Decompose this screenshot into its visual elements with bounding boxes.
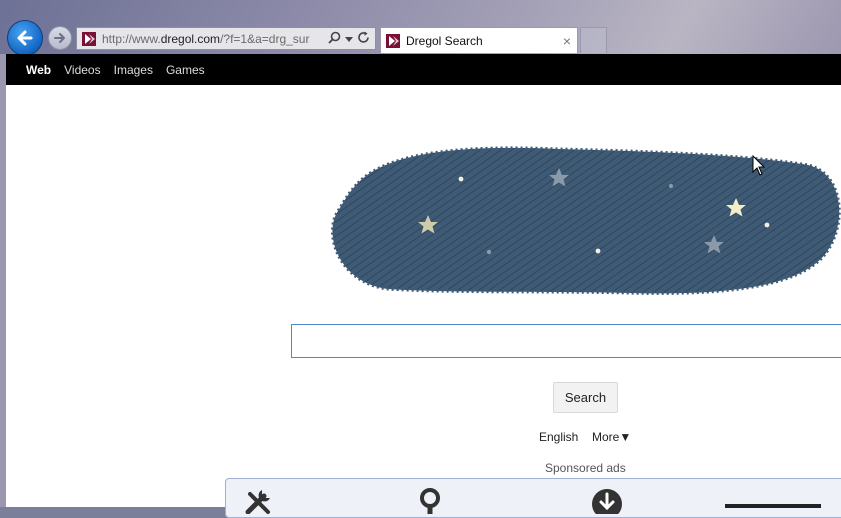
sponsored-ads-label: Sponsored ads: [545, 461, 626, 475]
download-icon[interactable]: [591, 488, 623, 514]
back-arrow-icon: [17, 30, 33, 46]
dropdown-arrow-icon[interactable]: [345, 32, 353, 46]
nav-web[interactable]: Web: [26, 63, 51, 77]
back-button[interactable]: [7, 20, 43, 56]
language-link[interactable]: English: [539, 430, 578, 444]
new-tab-button[interactable]: [580, 27, 607, 53]
page-content: Search English More▼ Sponsored ads: [6, 85, 841, 518]
search-button[interactable]: Search: [553, 382, 618, 413]
browser-chrome: http://www.dregol.com/?f=1&a=drg_sur Dre…: [0, 0, 841, 56]
site-favicon-icon: [82, 31, 96, 46]
tab-favicon-icon: [386, 33, 400, 48]
ad-link-bar[interactable]: [725, 504, 821, 508]
search-input[interactable]: [291, 324, 841, 358]
more-dropdown[interactable]: More▼: [592, 430, 631, 444]
nav-images[interactable]: Images: [114, 63, 153, 77]
mouse-cursor-icon: [752, 155, 766, 176]
nav-games[interactable]: Games: [166, 63, 205, 77]
tools-icon[interactable]: [244, 488, 274, 514]
address-bar[interactable]: http://www.dregol.com/?f=1&a=drg_sur: [76, 27, 376, 50]
site-nav: Web Videos Images Games: [6, 54, 841, 85]
tab-title: Dregol Search: [406, 33, 483, 48]
magnifier-icon[interactable]: [416, 488, 444, 514]
tab-dregol-search[interactable]: Dregol Search ×: [380, 27, 578, 53]
url-text[interactable]: http://www.dregol.com/?f=1&a=drg_sur: [102, 32, 324, 46]
nav-videos[interactable]: Videos: [64, 63, 100, 77]
search-icon[interactable]: [328, 31, 341, 47]
refresh-icon[interactable]: [357, 31, 370, 47]
forward-arrow-icon: [54, 33, 65, 43]
sponsored-ads-box[interactable]: [225, 478, 841, 518]
close-tab-icon[interactable]: ×: [563, 33, 571, 49]
forward-button[interactable]: [48, 26, 72, 50]
